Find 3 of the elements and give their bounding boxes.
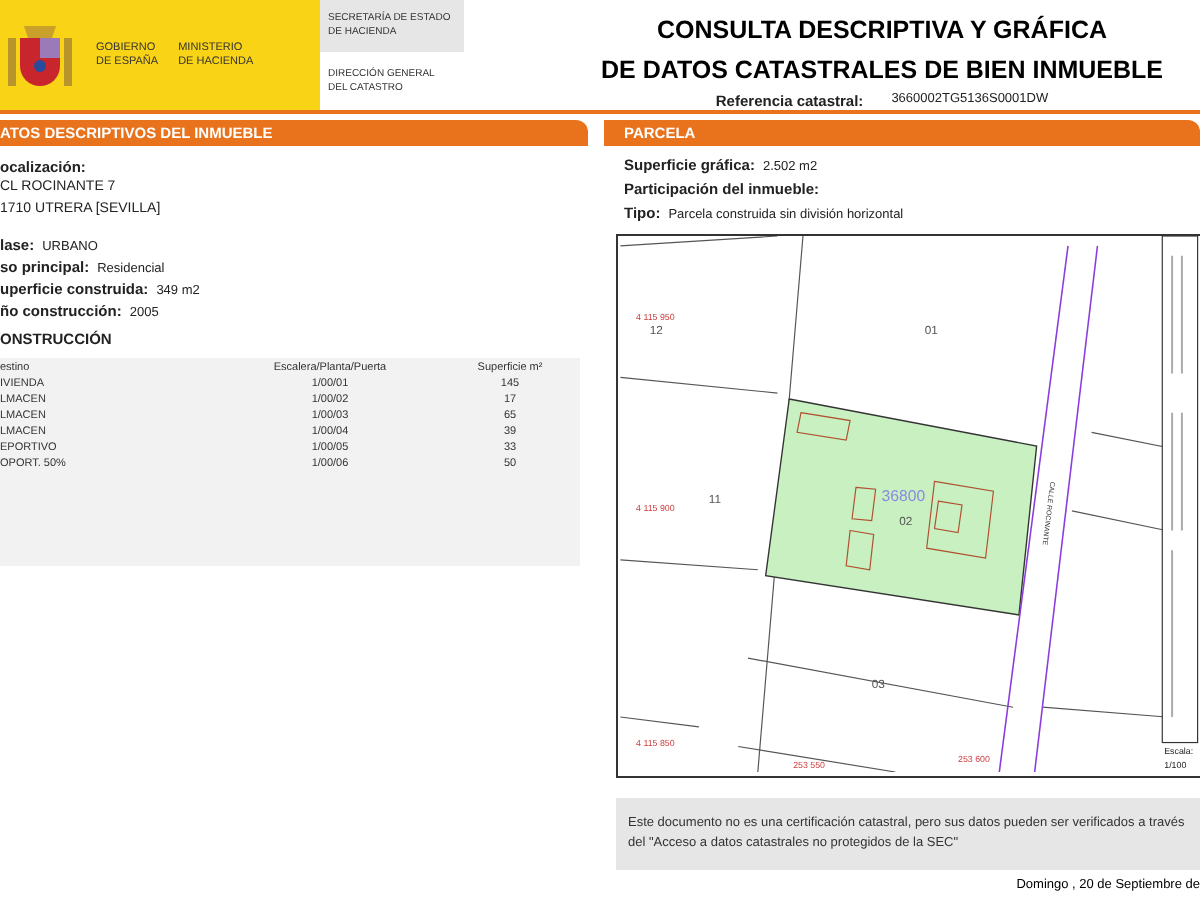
document-title: CONSULTA DESCRIPTIVA Y GRÁFICA: [656, 13, 1107, 48]
block-number: 36800: [881, 487, 926, 506]
document-title: DE DATOS CATASTRALES DE BIEN INMUEBLE: [600, 54, 1164, 88]
